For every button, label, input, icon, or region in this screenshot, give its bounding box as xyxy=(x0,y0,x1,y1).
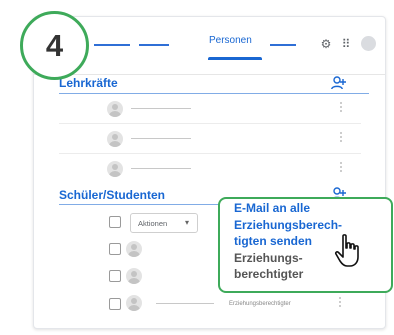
add-teacher-icon[interactable] xyxy=(331,76,347,90)
teacher-row xyxy=(59,154,361,184)
tab-grades-placeholder[interactable] xyxy=(270,44,296,46)
account-avatar[interactable] xyxy=(361,36,376,51)
tab-stream-placeholder[interactable] xyxy=(94,44,130,46)
avatar xyxy=(126,241,142,257)
avatar xyxy=(126,295,142,311)
more-options-icon[interactable] xyxy=(340,162,343,176)
student-name-placeholder xyxy=(156,303,214,304)
apps-grid-icon[interactable]: ⠿ xyxy=(339,37,353,51)
teacher-row xyxy=(59,124,361,154)
avatar xyxy=(107,101,123,117)
actions-label: Aktionen xyxy=(138,219,168,228)
more-options-icon[interactable] xyxy=(340,132,343,146)
more-options-icon[interactable] xyxy=(339,297,342,311)
student-checkbox[interactable] xyxy=(109,298,121,310)
select-all-checkbox[interactable] xyxy=(109,216,121,228)
avatar xyxy=(107,161,123,177)
student-checkbox[interactable] xyxy=(109,270,121,282)
avatar xyxy=(107,131,123,147)
teacher-name-placeholder xyxy=(131,108,191,109)
settings-icon[interactable]: ⚙ xyxy=(319,37,333,51)
student-checkbox[interactable] xyxy=(109,243,121,255)
avatar xyxy=(126,268,142,284)
more-options-icon[interactable] xyxy=(340,102,343,116)
teacher-row xyxy=(59,94,361,124)
active-tab-indicator xyxy=(208,57,262,60)
tab-classwork-placeholder[interactable] xyxy=(139,44,169,46)
step-number-badge: 4 xyxy=(20,11,89,80)
teacher-name-placeholder xyxy=(131,168,191,169)
students-heading: Schüler/Studenten xyxy=(59,188,166,202)
actions-dropdown[interactable]: Aktionen ▾ xyxy=(130,213,198,233)
teacher-name-placeholder xyxy=(131,138,191,139)
guardian-label: Erziehungsberechtigter xyxy=(229,301,291,307)
caret-down-icon: ▾ xyxy=(184,218,189,227)
guardian-menu-item[interactable]: Erziehungs- berechtigter xyxy=(234,250,391,283)
hand-pointer-icon xyxy=(334,234,359,267)
teachers-heading: Lehrkräfte xyxy=(59,76,118,90)
tab-people[interactable]: Personen xyxy=(209,35,252,46)
actions-menu-callout: E-Mail an alle Erziehungsberech- tigten … xyxy=(218,197,393,293)
email-all-guardians-menu-item[interactable]: E-Mail an alle Erziehungsberech- tigten … xyxy=(234,200,391,250)
